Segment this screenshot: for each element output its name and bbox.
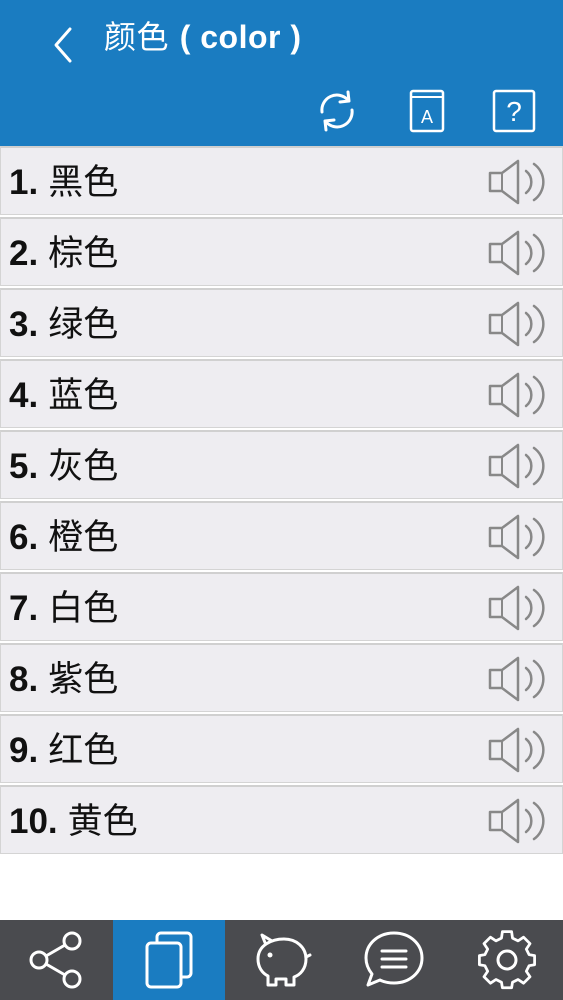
refresh-button[interactable] (312, 86, 362, 136)
list-item-text: 5. 灰色 (9, 432, 118, 501)
help-icon: ? (492, 89, 536, 133)
speaker-icon[interactable] (486, 299, 552, 349)
speaker-icon[interactable] (486, 228, 552, 278)
list-item-text: 1. 黑色 (9, 148, 118, 217)
list-item-word: 黑色 (48, 163, 119, 203)
bottom-nav (0, 920, 563, 1000)
list-item-word: 黄色 (67, 802, 138, 842)
speaker-icon[interactable] (486, 654, 552, 704)
list-item-number: 7. (9, 589, 39, 628)
list-item-text: 10. 黄色 (9, 787, 138, 856)
speaker-icon[interactable] (486, 441, 552, 491)
list-item-text: 6. 橙色 (9, 503, 118, 572)
list-item[interactable]: 7. 白色 (0, 572, 563, 641)
list-item-word: 橙色 (48, 518, 119, 558)
speaker-icon[interactable] (486, 725, 552, 775)
speaker-icon[interactable] (486, 796, 552, 846)
list-item-word: 蓝色 (48, 376, 119, 416)
list-item-word: 白色 (48, 589, 119, 629)
list-item-word: 绿色 (48, 305, 119, 345)
chat-icon (364, 931, 424, 987)
dictionary-button[interactable]: A (402, 86, 452, 136)
help-button[interactable]: ? (489, 86, 539, 136)
list-item[interactable]: 4. 蓝色 (0, 359, 563, 428)
nav-flashcards[interactable] (112, 920, 226, 1000)
page-title-english: ( color ) (179, 19, 302, 55)
speaker-icon[interactable] (486, 512, 552, 562)
word-list: 1. 黑色 2. 棕色 3. 绿色 4. 蓝色 5. 灰色 6. 橙色 7. 白色 8. 紫色 … (0, 146, 563, 856)
list-item-text: 8. 紫色 (9, 645, 118, 714)
list-item-number: 3. (9, 305, 39, 344)
refresh-icon (320, 90, 354, 132)
page-title: 颜色 ( color ) (104, 14, 302, 60)
list-item-text: 9. 红色 (9, 716, 118, 785)
list-item[interactable]: 8. 紫色 (0, 643, 563, 712)
list-item-text: 4. 蓝色 (9, 361, 118, 430)
flashcards-icon (145, 931, 193, 989)
speaker-icon[interactable] (486, 370, 552, 420)
list-item-number: 2. (9, 234, 39, 273)
nav-chat[interactable] (338, 920, 451, 1000)
list-item-text: 2. 棕色 (9, 219, 118, 288)
list-item[interactable]: 2. 棕色 (0, 217, 563, 286)
dictionary-icon-letter: A (421, 107, 433, 127)
chevron-left-icon (54, 27, 72, 63)
list-item-number: 4. (9, 376, 39, 415)
list-item-word: 灰色 (48, 447, 119, 487)
list-item-number: 10. (9, 802, 58, 841)
speaker-icon[interactable] (486, 157, 552, 207)
list-item-number: 9. (9, 731, 39, 770)
settings-gear-icon (477, 930, 536, 990)
help-icon-letter: ? (506, 96, 522, 127)
list-item-text: 7. 白色 (9, 574, 118, 643)
back-button[interactable] (38, 18, 88, 72)
list-item[interactable]: 5. 灰色 (0, 430, 563, 499)
list-item[interactable]: 3. 绿色 (0, 288, 563, 357)
list-item[interactable]: 6. 橙色 (0, 501, 563, 570)
dictionary-icon: A (409, 89, 445, 133)
share-icon (29, 931, 82, 989)
list-item-word: 红色 (48, 731, 119, 771)
nav-settings[interactable] (450, 920, 563, 1000)
page-title-chinese: 颜色 (104, 18, 170, 56)
app-root: 颜色 ( color ) A ? 1. 黑色 2. 棕色 3. 绿色 4. 蓝色… (0, 0, 563, 1000)
nav-piggy-bank[interactable] (225, 920, 338, 1000)
list-item-number: 8. (9, 660, 39, 699)
list-item-number: 6. (9, 518, 39, 557)
list-item[interactable]: 10. 黄色 (0, 785, 563, 854)
speaker-icon[interactable] (486, 583, 552, 633)
list-item-text: 3. 绿色 (9, 290, 118, 359)
header-bar: 颜色 ( color ) A ? (0, 0, 563, 146)
nav-share[interactable] (0, 920, 113, 1000)
list-item-number: 5. (9, 447, 39, 486)
list-item-word: 棕色 (48, 234, 119, 274)
piggy-bank-icon (256, 933, 312, 987)
list-item-number: 1. (9, 163, 39, 202)
list-item[interactable]: 9. 红色 (0, 714, 563, 783)
list-item[interactable]: 1. 黑色 (0, 146, 563, 215)
list-item-word: 紫色 (48, 660, 119, 700)
